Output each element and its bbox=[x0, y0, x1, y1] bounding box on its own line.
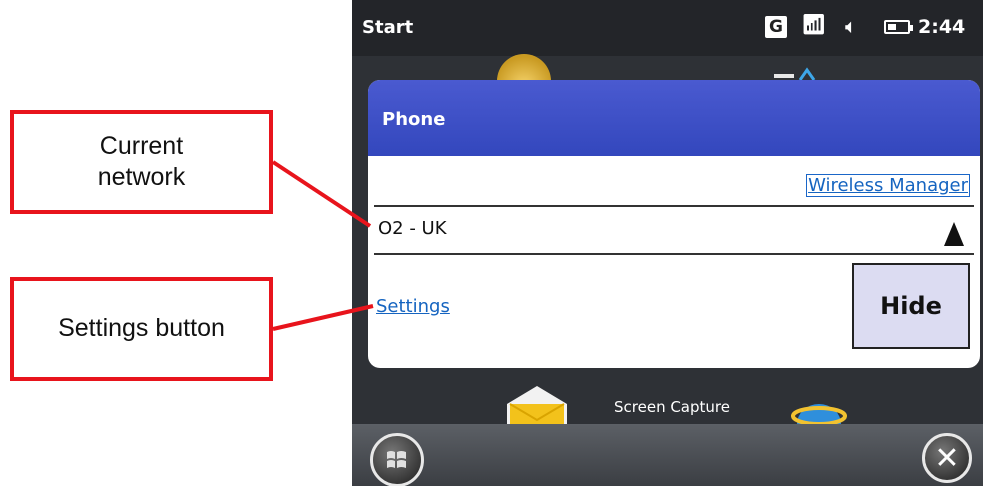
expand-arrow-icon[interactable] bbox=[944, 222, 964, 246]
start-button[interactable] bbox=[370, 433, 424, 486]
close-button[interactable]: ✕ bbox=[922, 433, 972, 483]
clock: 2:44 bbox=[918, 16, 966, 38]
signal-icon: 📶︎ bbox=[801, 14, 827, 36]
dialog-title: Phone bbox=[382, 109, 446, 130]
phone-screen: Start G 📶︎ 🔈︎ 2:44 Phone Wireless Manage… bbox=[352, 0, 983, 486]
screen-capture-label: Screen Capture bbox=[614, 398, 730, 416]
windows-logo-icon bbox=[387, 451, 406, 468]
volume-icon: 🔈︎ bbox=[845, 16, 857, 38]
wireless-manager-link[interactable]: Wireless Manager bbox=[806, 174, 970, 197]
current-network-callout: Current network bbox=[10, 110, 273, 214]
status-bar: Start G 📶︎ 🔈︎ 2:44 bbox=[352, 0, 983, 56]
dialog-header: Phone bbox=[368, 80, 980, 156]
g-network-icon: G bbox=[765, 16, 787, 38]
divider bbox=[374, 253, 974, 255]
bottom-bar bbox=[352, 424, 983, 486]
settings-link[interactable]: Settings bbox=[376, 296, 450, 317]
divider bbox=[374, 205, 974, 207]
current-network-name[interactable]: O2 - UK bbox=[378, 218, 447, 239]
settings-button-callout-label: Settings button bbox=[58, 314, 225, 343]
phone-dialog: Phone Wireless Manager O2 - UK Settings … bbox=[368, 80, 980, 368]
hide-button[interactable]: Hide bbox=[852, 263, 970, 349]
battery-icon bbox=[884, 20, 913, 34]
settings-button-callout: Settings button bbox=[10, 277, 273, 381]
status-title[interactable]: Start bbox=[362, 17, 413, 38]
close-icon: ✕ bbox=[934, 440, 960, 476]
current-network-callout-label: Current network bbox=[97, 131, 186, 191]
